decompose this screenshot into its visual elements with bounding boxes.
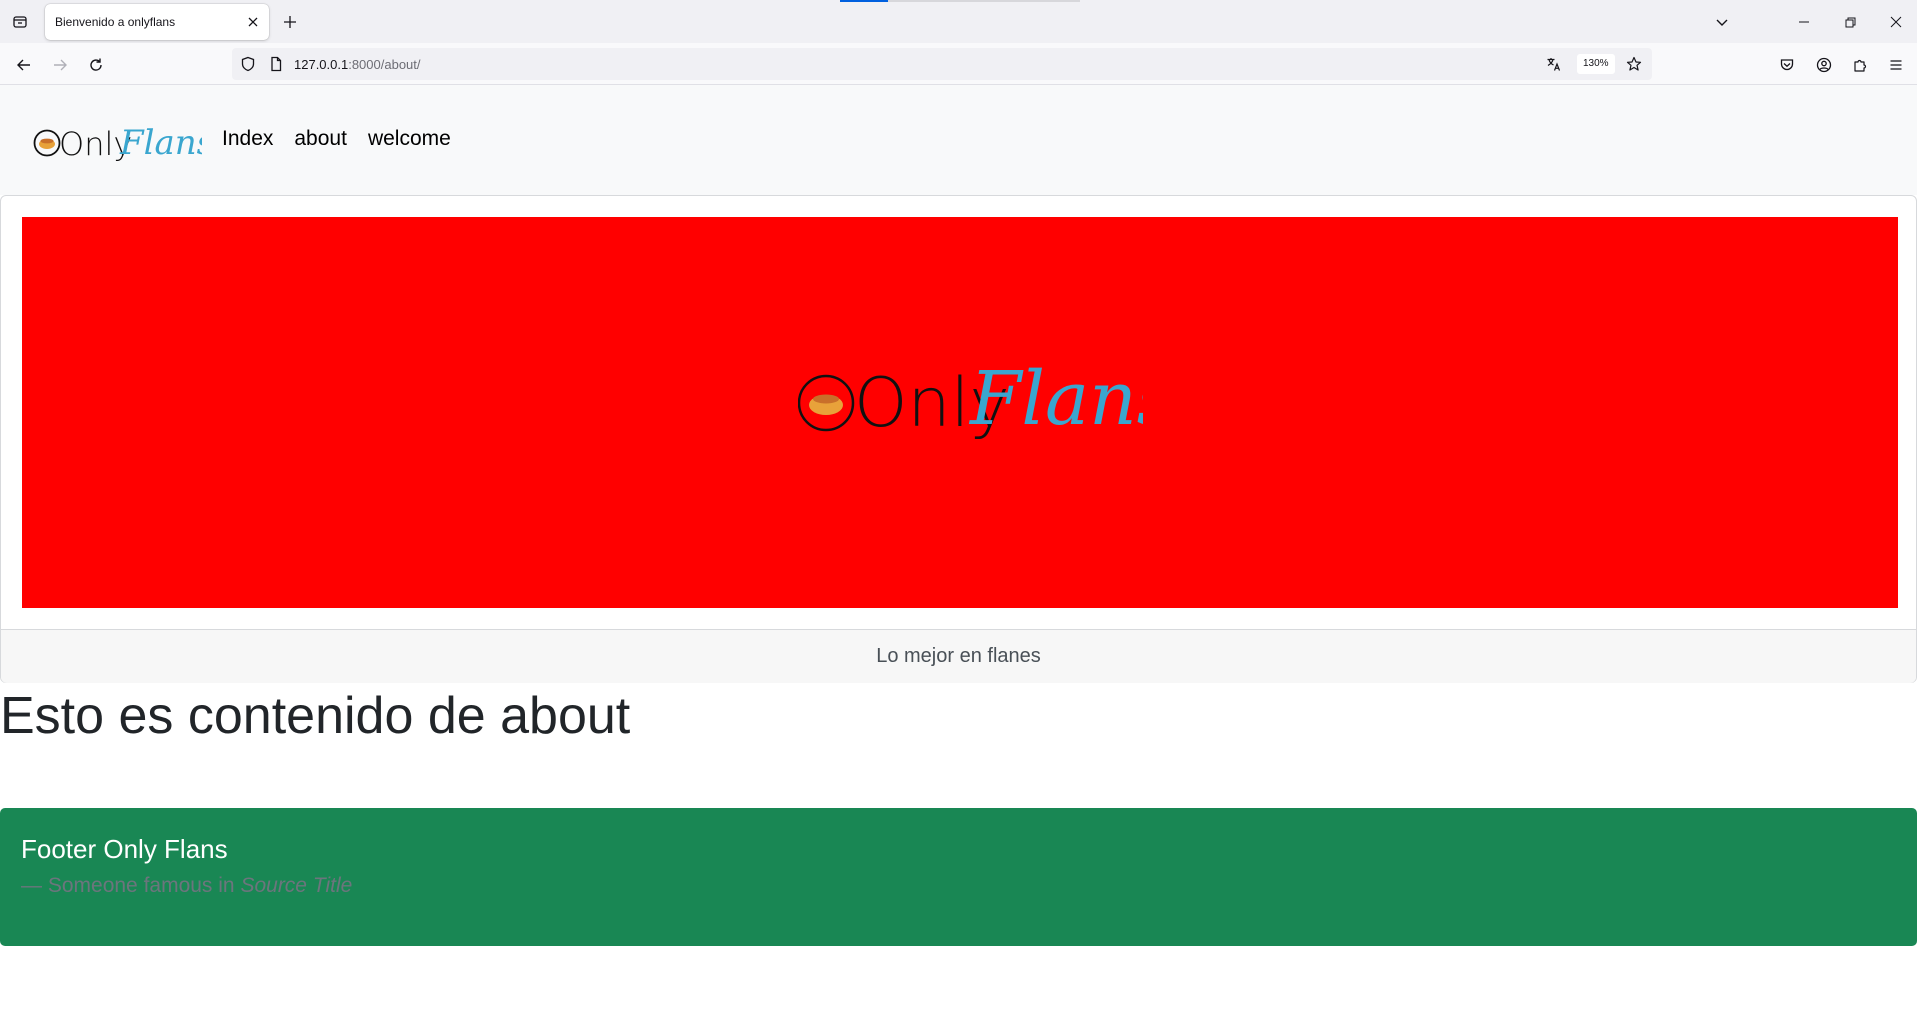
pocket-icon[interactable] [1776, 54, 1798, 76]
window-minimize-icon[interactable] [1781, 0, 1827, 43]
account-icon[interactable] [1813, 54, 1835, 76]
banner-flans-text: Flans [968, 356, 1143, 442]
nav-link-index[interactable]: Index [222, 127, 273, 151]
site-nav-links: Index about welcome [222, 127, 472, 151]
loading-indicator [840, 0, 888, 2]
card-footer: Lo mejor en flanes [1, 629, 1916, 683]
browser-tab-bar: Bienvenido a onlyflans [0, 0, 1917, 43]
address-bar[interactable]: 127.0.0.1:8000/about/ 130% [232, 48, 1652, 80]
site-footer: Footer Only Flans — Someone famous in So… [0, 808, 1917, 946]
forward-arrow-icon[interactable] [46, 51, 74, 79]
zoom-level-badge[interactable]: 130% [1577, 54, 1615, 74]
url-host: 127.0.0.1 [294, 57, 349, 72]
hero-banner-image: Only Flans [22, 217, 1898, 608]
url-path: :8000/about/ [348, 57, 421, 72]
extensions-puzzle-icon[interactable] [1849, 54, 1871, 76]
window-restore-icon[interactable] [1827, 0, 1873, 43]
brand-flans-text: Flans [119, 123, 202, 163]
active-tab[interactable]: Bienvenido a onlyflans [45, 4, 269, 40]
footer-citation: — Someone famous in Source Title [21, 874, 352, 898]
site-navbar: Only Flans Index about welcome [0, 85, 1917, 195]
loading-track [888, 0, 1080, 2]
tab-list-icon[interactable] [8, 10, 32, 34]
chevron-down-icon[interactable] [1710, 10, 1734, 34]
hero-card: Only Flans Lo mejor en flanes [0, 195, 1917, 683]
browser-toolbar: 127.0.0.1:8000/about/ 130% [0, 43, 1917, 85]
tracking-shield-icon[interactable] [240, 56, 256, 72]
footer-cite-source: Source Title [240, 874, 353, 897]
bookmark-star-icon[interactable] [1624, 54, 1644, 74]
new-tab-plus-icon[interactable] [278, 10, 302, 34]
url-text[interactable]: 127.0.0.1:8000/about/ [294, 57, 421, 72]
page-info-icon[interactable] [268, 56, 284, 72]
banner-logo: Only Flans [797, 350, 1175, 445]
footer-cite-prefix: — Someone famous in [21, 874, 241, 897]
translate-icon[interactable] [1544, 54, 1564, 74]
nav-link-welcome[interactable]: welcome [368, 127, 451, 151]
tab-title: Bienvenido a onlyflans [55, 15, 176, 29]
tab-close-icon[interactable] [243, 12, 263, 32]
card-footer-text: Lo mejor en flanes [876, 645, 1041, 667]
page-heading: Esto es contenido de about [0, 687, 631, 745]
brand-logo[interactable]: Only Flans [32, 117, 214, 167]
footer-title: Footer Only Flans [21, 834, 228, 864]
reload-icon[interactable] [82, 51, 110, 79]
window-close-icon[interactable] [1873, 0, 1917, 43]
hamburger-menu-icon[interactable] [1885, 54, 1907, 76]
nav-link-about[interactable]: about [294, 127, 347, 151]
back-arrow-icon[interactable] [10, 51, 38, 79]
